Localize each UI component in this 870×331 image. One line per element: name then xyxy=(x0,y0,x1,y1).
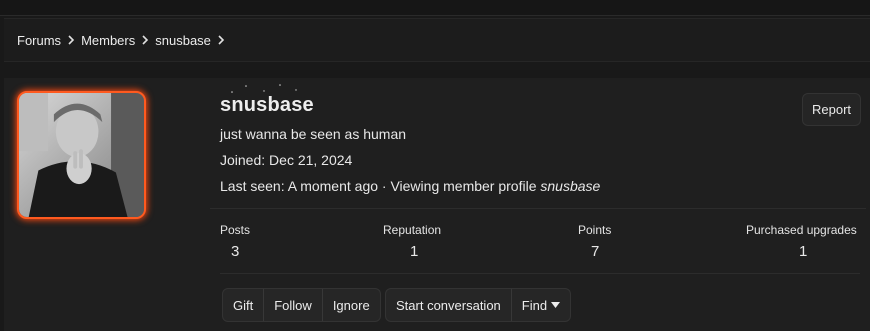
member-profile-card: snusbase Report just wanna be seen as hu… xyxy=(4,78,870,331)
last-seen-target: snusbase xyxy=(540,178,601,194)
follow-button[interactable]: Follow xyxy=(264,289,323,321)
start-conversation-button[interactable]: Start conversation xyxy=(386,289,512,321)
stat-reputation: Reputation 1 xyxy=(383,223,441,260)
stat-value[interactable]: 3 xyxy=(231,243,250,260)
chevron-right-icon xyxy=(141,35,149,45)
stat-posts[interactable]: Posts 3 xyxy=(220,223,250,260)
last-seen-info: Last seen: A moment ago · Viewing member… xyxy=(220,178,600,194)
chevron-right-icon xyxy=(217,35,225,45)
breadcrumb-link-members[interactable]: Members xyxy=(81,33,135,48)
member-bio: just wanna be seen as human xyxy=(220,126,407,142)
stat-label: Posts xyxy=(220,223,251,237)
stat-label: Points xyxy=(578,223,612,237)
divider xyxy=(220,273,860,274)
joined-label: Joined: xyxy=(220,152,266,168)
breadcrumb-link-forums[interactable]: Forums xyxy=(17,33,61,48)
breadcrumb-item-snusbase[interactable]: snusbase xyxy=(155,33,231,48)
divider xyxy=(210,208,866,209)
report-button[interactable]: Report xyxy=(802,93,861,126)
caret-down-icon xyxy=(551,302,561,308)
top-bar xyxy=(0,0,870,16)
username: snusbase xyxy=(220,94,314,116)
avatar-image xyxy=(19,93,144,217)
breadcrumb-item-members[interactable]: Members xyxy=(81,33,155,48)
avatar[interactable] xyxy=(17,91,146,219)
find-dropdown-button[interactable]: Find xyxy=(512,289,570,321)
stat-purchased-upgrades: Purchased upgrades 1 xyxy=(746,223,857,260)
find-label: Find xyxy=(521,297,548,313)
ignore-button[interactable]: Ignore xyxy=(323,289,380,321)
last-seen-label: Last seen: xyxy=(220,178,285,194)
chevron-right-icon xyxy=(67,35,75,45)
breadcrumb-item-forums[interactable]: Forums xyxy=(17,33,81,48)
stat-label: Purchased upgrades xyxy=(746,223,857,237)
stat-value: 7 xyxy=(591,243,600,260)
member-actions-group: Gift Follow Ignore xyxy=(222,288,381,322)
joined-date: Dec 21, 2024 xyxy=(269,152,353,168)
stat-value: 1 xyxy=(410,243,419,260)
last-seen-text: A moment ago · Viewing member profile xyxy=(287,178,537,194)
member-contact-group: Start conversation Find xyxy=(385,288,572,322)
joined-info: Joined: Dec 21, 2024 xyxy=(220,152,352,168)
stat-label: Reputation xyxy=(383,223,442,237)
breadcrumb: Forums Members snusbase xyxy=(4,18,870,62)
breadcrumb-link-snusbase[interactable]: snusbase xyxy=(155,33,211,48)
stat-points: Points 7 xyxy=(578,223,611,260)
gift-button[interactable]: Gift xyxy=(223,289,265,321)
stat-value: 1 xyxy=(799,243,808,260)
